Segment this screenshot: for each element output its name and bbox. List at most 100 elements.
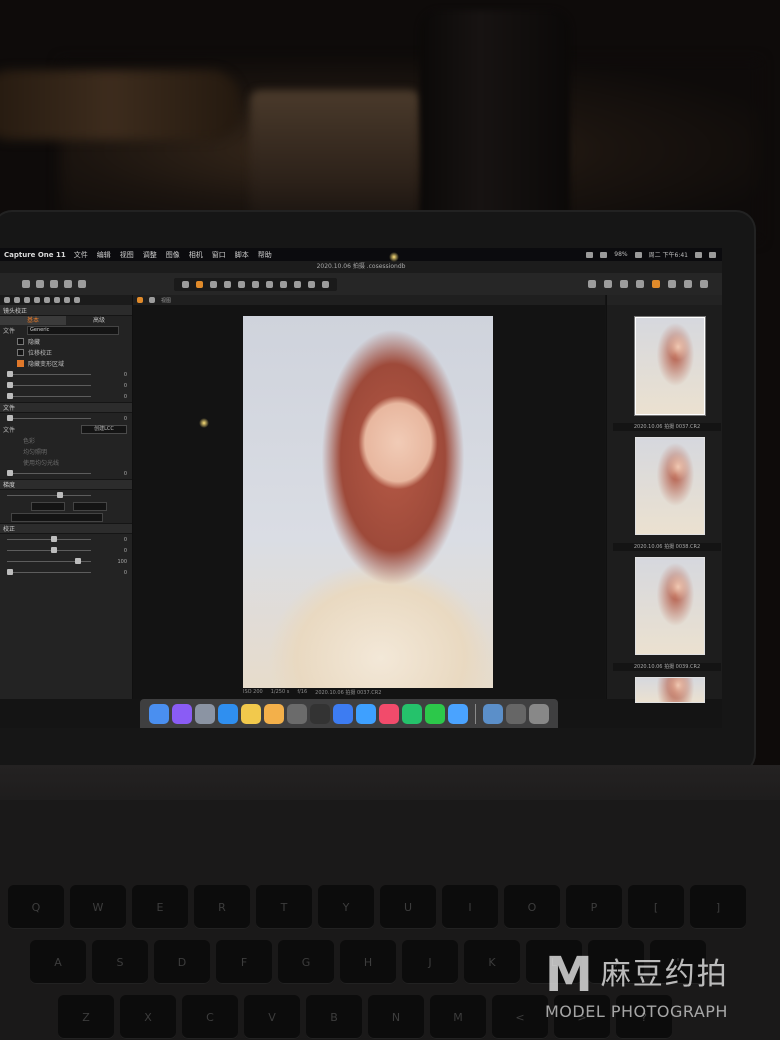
key[interactable]: M [430,995,486,1039]
key[interactable]: V [244,995,300,1039]
lcc-option-uniform[interactable]: 均匀照明 [23,447,47,456]
gradient-slider[interactable] [7,492,91,498]
preview-icon[interactable] [483,703,503,724]
redo-icon[interactable] [64,280,72,288]
gradient-tool-icon[interactable] [322,280,329,288]
proof-icon[interactable] [620,280,628,288]
keystone-tool-icon[interactable] [252,280,259,288]
pointer-tool-icon[interactable] [182,280,189,288]
exposure-warning-icon[interactable] [588,280,596,288]
siri-menu-icon[interactable] [709,251,716,258]
key[interactable]: T [256,885,312,929]
light-falloff-slider[interactable] [7,393,91,399]
key[interactable]: G [278,940,334,984]
info-icon[interactable] [448,703,468,724]
reset-icon[interactable] [668,280,676,288]
tab-exposure-icon[interactable] [44,297,50,303]
gradient-section-header[interactable]: 梯度 [0,479,132,490]
tab-capture-icon[interactable] [14,297,20,303]
lcc-slider[interactable] [7,415,91,421]
tab-color-icon[interactable] [34,297,40,303]
trash-icon[interactable] [529,703,549,724]
app-icon[interactable] [310,703,330,724]
chrome-icon[interactable] [241,703,261,724]
key[interactable]: Z [58,995,114,1039]
launchpad-icon[interactable] [195,703,215,724]
distortion-slider[interactable] [7,371,91,377]
slider-knob[interactable] [7,382,13,388]
menu-help[interactable]: 帮助 [258,250,272,260]
key[interactable]: R [194,885,250,929]
multi-view-icon[interactable] [149,297,155,303]
compare-icon[interactable] [636,280,644,288]
key[interactable]: U [380,885,436,929]
wechat-icon[interactable] [425,703,445,724]
slider-knob[interactable] [7,415,13,421]
thumbnail-4[interactable] [635,677,705,703]
brush-tool-icon[interactable] [294,280,301,288]
photo-app-icon[interactable] [379,703,399,724]
crop-tool-icon[interactable] [224,280,231,288]
key[interactable]: W [70,885,126,929]
single-view-icon[interactable] [137,297,143,303]
import-icon[interactable] [22,280,30,288]
tab-lens-icon[interactable] [24,297,30,303]
key[interactable]: K [464,940,520,984]
capture-one-icon[interactable] [287,703,307,724]
gradient-mode-select[interactable] [11,513,103,522]
slider-knob[interactable] [57,492,63,498]
lcc-amount-slider[interactable] [7,470,91,476]
slider-knob[interactable] [51,536,57,542]
sharpness-slider[interactable] [7,382,91,388]
thumbnail-1[interactable] [635,317,705,415]
apply-icon[interactable] [684,280,692,288]
slider-knob[interactable] [7,393,13,399]
safari-icon[interactable] [218,703,238,724]
key[interactable]: H [340,940,396,984]
menu-image[interactable]: 图像 [166,250,180,260]
key[interactable]: C [182,995,238,1039]
key[interactable]: Y [318,885,374,929]
key[interactable]: F [216,940,272,984]
slider-knob[interactable] [51,547,57,553]
correction-slider-3[interactable] [7,558,91,564]
lcc-option-light[interactable]: 使用均匀光线 [23,458,59,467]
eraser-tool-icon[interactable] [308,280,315,288]
correction-slider-2[interactable] [7,547,91,553]
baidu-netdisk-icon[interactable] [333,703,353,724]
key[interactable]: B [306,995,362,1039]
battery-icon[interactable] [634,251,642,258]
picker-tool-icon[interactable] [280,280,287,288]
key[interactable]: A [30,940,86,984]
tab-basic[interactable]: 基本 [0,316,66,325]
hide-checkbox[interactable] [17,338,24,345]
rotate-tool-icon[interactable] [238,280,245,288]
copy-adjust-icon[interactable] [652,280,660,288]
tab-advanced[interactable]: 高级 [66,316,132,325]
thumbnail-2[interactable] [635,437,705,535]
media-player-icon[interactable] [402,703,422,724]
tab-library-icon[interactable] [4,297,10,303]
photos-icon[interactable] [264,703,284,724]
key[interactable]: I [442,885,498,929]
menu-scripts[interactable]: 脚本 [235,250,249,260]
shift-checkbox[interactable] [17,349,24,356]
process-icon[interactable] [700,280,708,288]
lcc-option-color[interactable]: 色彩 [23,436,35,445]
key[interactable]: D [154,940,210,984]
menu-clock[interactable]: 周二 下午6:41 [649,250,688,259]
key[interactable]: S [92,940,148,984]
key[interactable]: [ [628,885,684,929]
hide-distorted-checkbox[interactable] [17,360,24,367]
lcc-section-header[interactable]: 文件 [0,402,132,413]
grid-icon[interactable] [604,280,612,288]
slider-knob[interactable] [7,569,13,575]
zoom-tool-icon[interactable] [210,280,217,288]
menu-adjust[interactable]: 调整 [143,250,157,260]
menu-file[interactable]: 文件 [74,250,88,260]
pan-tool-icon[interactable] [196,280,203,288]
gradient-select-b[interactable] [73,502,107,511]
app-menu[interactable]: Capture One 11 [4,251,66,259]
spot-tool-icon[interactable] [266,280,273,288]
menu-camera[interactable]: 相机 [189,250,203,260]
